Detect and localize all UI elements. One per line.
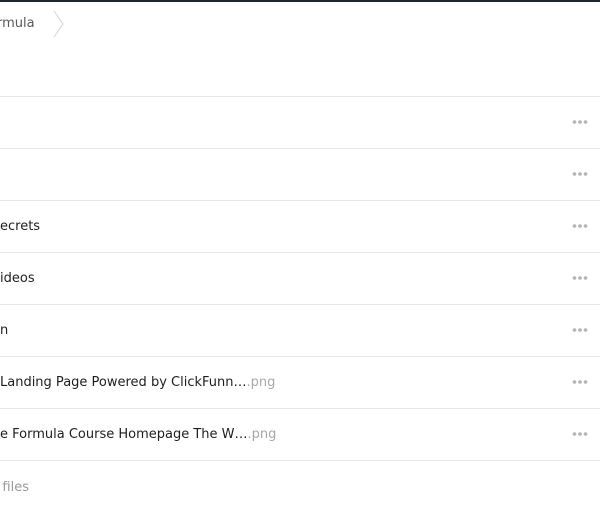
breadcrumb: ormula	[0, 2, 600, 48]
file-name: ideos	[0, 271, 35, 286]
file-name: n	[0, 323, 9, 338]
more-horizontal-icon[interactable]	[572, 222, 588, 230]
more-horizontal-icon[interactable]	[572, 430, 588, 438]
more-horizontal-icon[interactable]	[572, 170, 588, 178]
list-item[interactable]: Landing Page Powered by ClickFunn….png	[0, 357, 600, 409]
list-item[interactable]: ideos	[0, 253, 600, 305]
file-name: ecrets	[0, 219, 41, 234]
list-item[interactable]	[0, 97, 600, 149]
breadcrumb-current[interactable]: ormula	[0, 16, 35, 31]
file-name: Landing Page Powered by ClickFunn….png	[0, 375, 276, 390]
breadcrumb-chevron-icon	[53, 10, 65, 42]
more-horizontal-icon[interactable]	[572, 326, 588, 334]
file-count: 2 files	[0, 480, 29, 495]
list-item[interactable]	[0, 149, 600, 201]
more-horizontal-icon[interactable]	[572, 274, 588, 282]
list-item[interactable]: n	[0, 305, 600, 357]
file-name: e Formula Course Homepage The W….png	[0, 427, 277, 442]
more-horizontal-icon[interactable]	[572, 118, 588, 126]
more-horizontal-icon[interactable]	[572, 378, 588, 386]
list-item[interactable]: ecrets	[0, 201, 600, 253]
file-list: ecrets ideos n Landing Page Powered by C…	[0, 96, 600, 461]
list-item[interactable]: e Formula Course Homepage The W….png	[0, 409, 600, 461]
